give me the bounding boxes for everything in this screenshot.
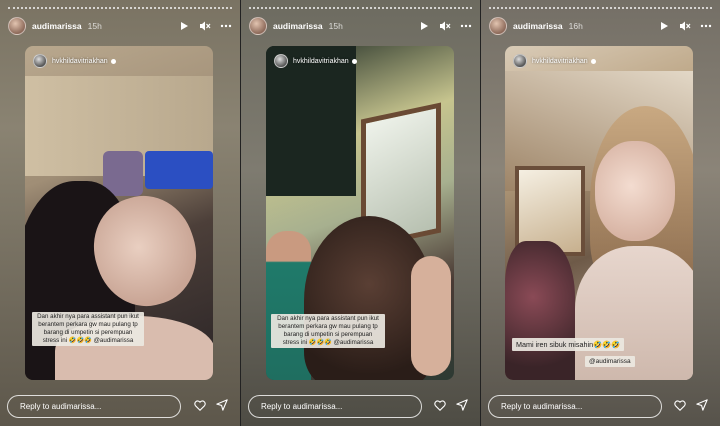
card-username: hvkhildavitriakhan: [293, 57, 349, 65]
avatar[interactable]: [249, 17, 267, 35]
story-time: 15h: [87, 21, 102, 31]
story-time: 15h: [328, 21, 343, 31]
heart-icon[interactable]: [194, 399, 206, 411]
play-icon[interactable]: [178, 20, 190, 32]
story-username[interactable]: audimarissa: [513, 21, 563, 31]
story-caption: Mami iren sibuk misahin🤣🤣🤣: [512, 338, 624, 351]
photo-arm: [411, 256, 451, 376]
heart-icon[interactable]: [434, 399, 446, 411]
more-icon[interactable]: [460, 20, 472, 32]
card-avatar: [33, 54, 47, 68]
story-caption: Dan akhir nya para assistant pun ikut be…: [271, 314, 385, 348]
card-avatar: [513, 54, 527, 68]
reply-input[interactable]: Reply to audimarissa...: [488, 395, 662, 418]
story-progress: [489, 7, 712, 9]
story-panel[interactable]: audimarissa 16h hvkhildavitriakhan Mami …: [480, 0, 720, 426]
story-panel[interactable]: audimarissa 15h hvkhildavitriakhan Dan a…: [0, 0, 240, 426]
story-progress: [8, 7, 232, 9]
card-username: hvkhildavitriakhan: [532, 57, 588, 65]
verified-icon: [590, 58, 596, 64]
play-icon[interactable]: [658, 20, 670, 32]
story-progress: [249, 7, 472, 9]
photo-face: [595, 141, 675, 241]
story-username[interactable]: audimarissa: [273, 21, 323, 31]
avatar[interactable]: [8, 17, 26, 35]
reply-input[interactable]: Reply to audimarissa...: [248, 395, 422, 418]
verified-icon: [110, 58, 116, 64]
story-header: audimarissa 16h: [489, 16, 712, 36]
mute-icon[interactable]: [439, 20, 451, 32]
photo-people-left: [505, 241, 575, 380]
verified-icon: [351, 58, 357, 64]
mute-icon[interactable]: [679, 20, 691, 32]
story-panel[interactable]: audimarissa 15h hvkhildavitriakhan Dan a…: [240, 0, 480, 426]
reply-input[interactable]: Reply to audimarissa...: [7, 395, 181, 418]
story-caption: Dan akhir nya para assistant pun ikut be…: [32, 312, 144, 346]
mute-icon[interactable]: [199, 20, 211, 32]
story-header: audimarissa 15h: [249, 16, 472, 36]
story-media[interactable]: hvkhildavitriakhan Mami iren sibuk misah…: [505, 46, 693, 380]
story-header: audimarissa 15h: [8, 16, 232, 36]
more-icon[interactable]: [220, 20, 232, 32]
send-icon[interactable]: [456, 399, 468, 411]
photo-dark-corner: [266, 46, 356, 196]
story-time: 16h: [568, 21, 583, 31]
story-username[interactable]: audimarissa: [32, 21, 82, 31]
play-icon[interactable]: [418, 20, 430, 32]
story-media[interactable]: hvkhildavitriakhan Dan akhir nya para as…: [266, 46, 454, 380]
heart-icon[interactable]: [674, 399, 686, 411]
send-icon[interactable]: [696, 399, 708, 411]
stories-strip: audimarissa 15h hvkhildavitriakhan Dan a…: [0, 0, 720, 426]
more-icon[interactable]: [700, 20, 712, 32]
send-icon[interactable]: [216, 399, 228, 411]
avatar[interactable]: [489, 17, 507, 35]
story-media[interactable]: hvkhildavitriakhan Dan akhir nya para as…: [25, 46, 213, 380]
mention-tag[interactable]: @audimarissa: [585, 356, 635, 367]
photo-blue-cushion: [145, 151, 213, 189]
card-avatar: [274, 54, 288, 68]
card-username: hvkhildavitriakhan: [52, 57, 108, 65]
